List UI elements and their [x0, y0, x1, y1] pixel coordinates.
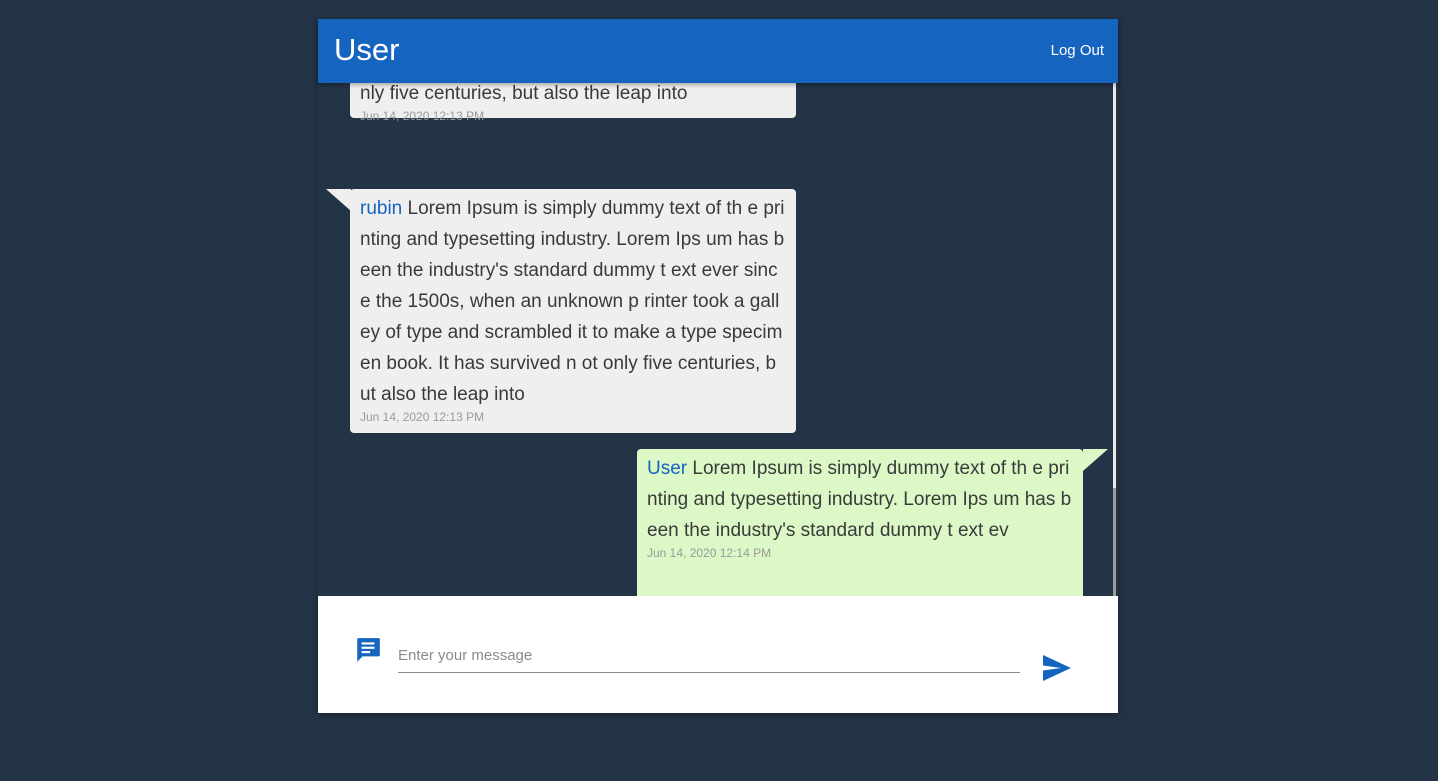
- message-bubble: User Lorem Ipsum is simply dummy text of…: [637, 449, 1083, 596]
- scrollbar-thumb[interactable]: [1113, 488, 1116, 596]
- message-timestamp: Jun 14, 2020 12:13 PM: [360, 109, 485, 123]
- message-bubble: make a type specimen book. It has surviv…: [350, 83, 796, 123]
- message-list[interactable]: make a type specimen book. It has surviv…: [318, 83, 1118, 596]
- message-text: make a type specimen book. It has surviv…: [360, 83, 688, 104]
- logout-button[interactable]: Log Out: [1051, 41, 1104, 61]
- message-text: Lorem Ipsum is simply dummy text of th e…: [647, 458, 1072, 541]
- message-timestamp: Jun 14, 2020 12:13 PM: [360, 410, 485, 424]
- message-sender: User: [647, 458, 688, 479]
- message-composer: [318, 596, 1118, 713]
- message-bubble: rubin Lorem Ipsum is simply dummy text o…: [350, 189, 796, 433]
- app-title: User: [334, 32, 400, 67]
- bubble-tail: [326, 189, 351, 211]
- chat-message-icon: [357, 638, 380, 662]
- app-bar: User Log Out: [318, 19, 1118, 83]
- message-timestamp: Jun 14, 2020 12:14 PM: [647, 546, 772, 560]
- send-icon[interactable]: [1042, 654, 1072, 682]
- message-text: Lorem Ipsum is simply dummy text of th e…: [360, 198, 785, 405]
- message-sender: rubin: [360, 198, 403, 219]
- bubble-tail: [1083, 449, 1108, 471]
- chat-window: User Log Out make a type specimen book. …: [318, 19, 1118, 713]
- message-input[interactable]: [398, 638, 1020, 673]
